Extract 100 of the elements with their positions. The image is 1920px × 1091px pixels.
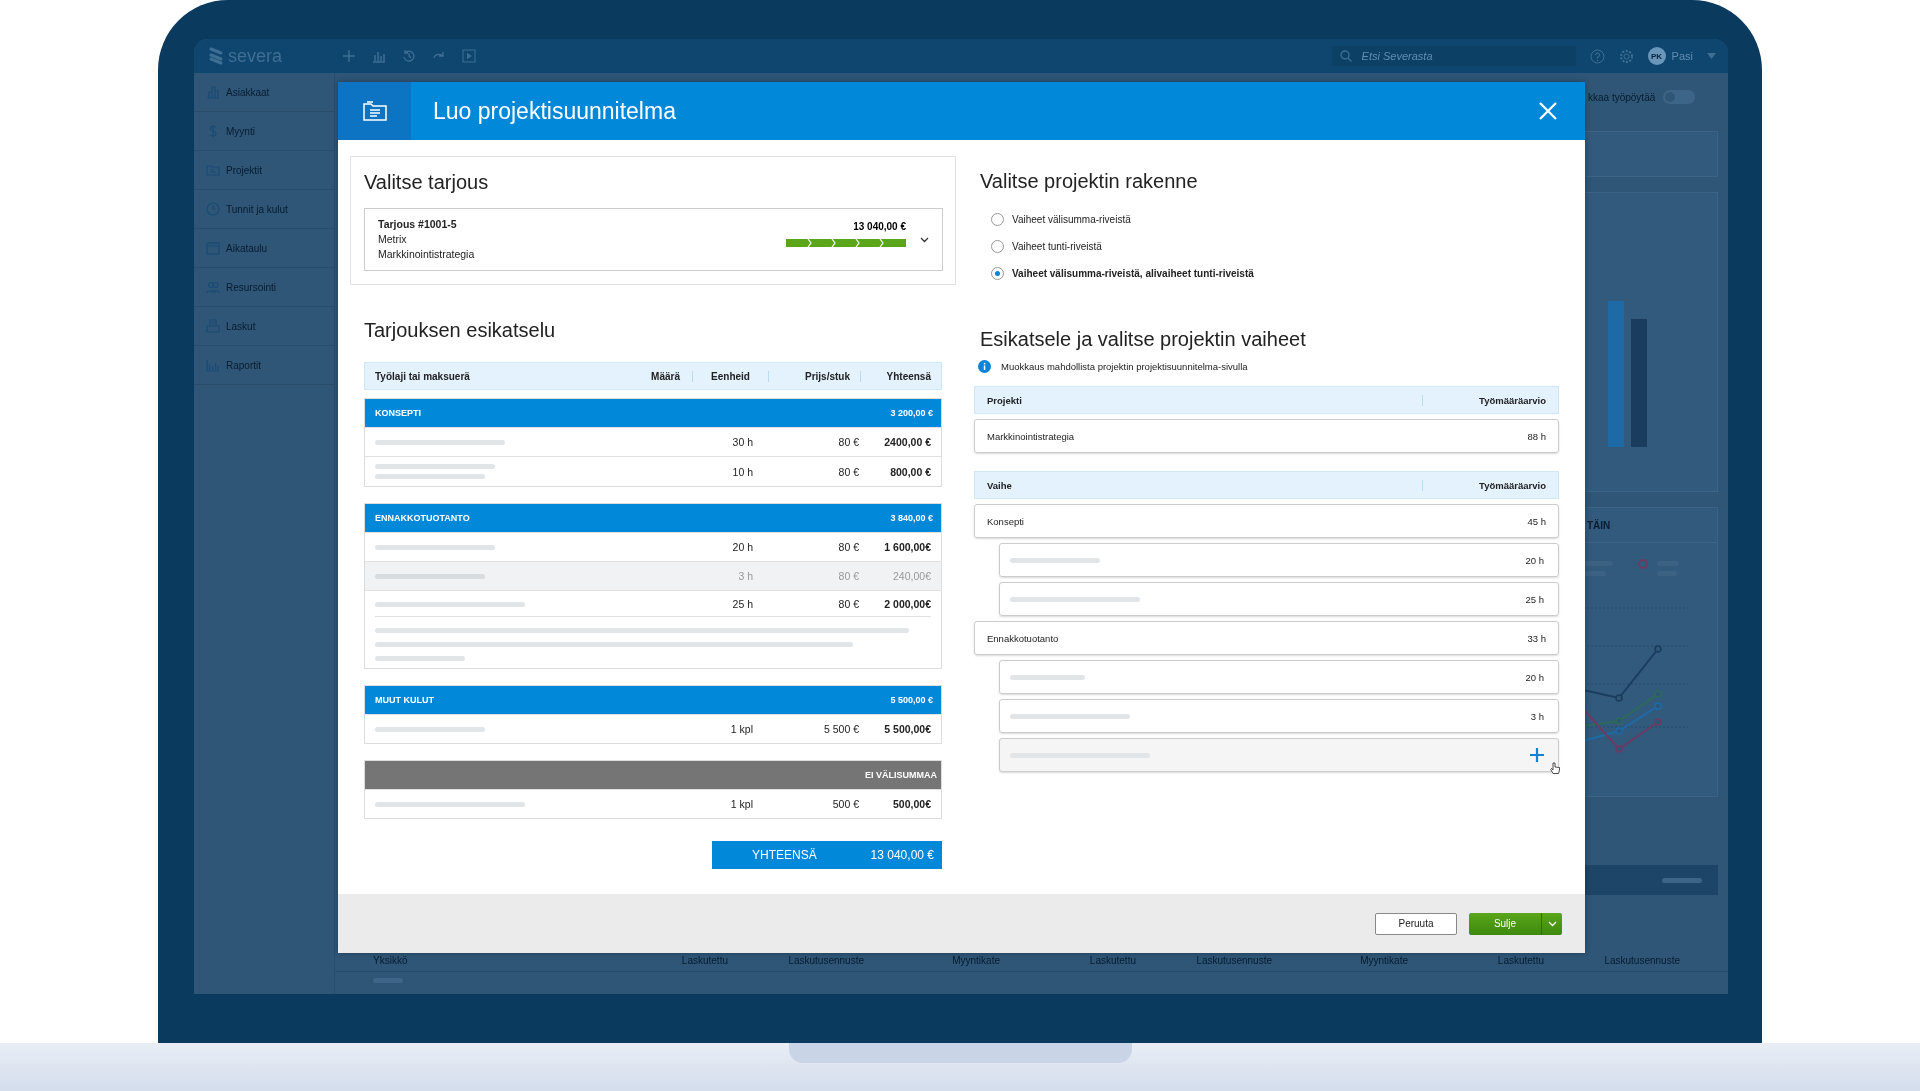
total-amount: 13 040,00 € [870,848,934,862]
plus-icon[interactable] [1530,748,1544,762]
settings-icon[interactable] [1618,48,1634,64]
section-heading: Valitse projektin rakenne [980,170,1199,193]
group-name: MUUT KULUT [375,695,434,705]
hours: 45 h [1527,515,1546,527]
chevron-down-icon [920,236,929,243]
table-cell-text: 25 h [731,598,754,610]
play-icon[interactable] [462,49,476,63]
column-header: Prijs/stuk [769,370,861,382]
hand-cursor-icon [1550,762,1560,775]
table-cell-text: 1 kpl [729,723,754,735]
hours: 33 h [1527,632,1546,644]
hours: 20 h [1525,671,1544,683]
offer-amount: 13 040,00 € [853,220,906,232]
table-cell-text: 10 h [731,465,754,478]
phase-row[interactable]: Ennakkotuotanto 33 h [974,621,1559,655]
radio-option[interactable]: Vaiheet välisumma-riveistä [991,213,1559,226]
section-heading: Valitse tarjous [364,171,490,194]
history-icon[interactable] [402,49,416,63]
table-cell-text: 5 500 € [822,723,860,735]
column-header: Myyntikate [951,954,1001,966]
close-button[interactable]: Sulje [1469,912,1562,935]
dialog-title: Luo projektisuunnitelma [433,97,677,125]
column-header: Yhteensä [885,370,931,382]
subphase-row[interactable]: 25 h [999,582,1559,616]
section-heading: Esikatsele ja valitse projektin vaiheet [980,328,1307,351]
user-avatar[interactable]: PK [1647,47,1666,65]
search-icon [1339,50,1352,62]
group-name: KONSEPTI [375,408,421,418]
hours: 20 h [1525,554,1544,566]
table-cell-text: 500,00€ [892,798,931,810]
card-heading: TÄIN [1587,519,1611,531]
column-header: Laskutettu [1088,954,1137,966]
subphase-row[interactable]: 20 h [999,660,1559,694]
column-header: Yksikkö [372,954,409,966]
cancel-button[interactable]: Peruuta [1375,912,1457,935]
table-cell-text: 80 € [837,541,860,553]
column-header: Laskutettu [1496,954,1545,966]
hours: 88 h [1527,430,1546,442]
project-name: Markkinointistrategia [987,430,1075,442]
hours: 3 h [1530,710,1544,722]
total-label: YHTEENSÄ [752,848,817,862]
group-total: 3 200,00 € [890,408,933,418]
info-text: Muokkaus mahdollista projektin projektisuunnitelma-sivulla [1001,361,1248,372]
phase-row[interactable]: Konsepti 45 h [974,504,1559,538]
column-header: Laskutettu [680,954,729,966]
table-cell-text: 3 h [737,570,754,582]
table-cell-text: 240,00€ [892,570,931,582]
subphase-row[interactable]: 3 h [999,699,1559,733]
group-name: ENNAKKOTUOTANTO [375,513,470,523]
folder-icon [362,101,387,121]
column-header: Määrä [623,370,693,382]
offer-select[interactable]: Tarjous #1001-5 Metrix Markkinointistrategia 13 040,00 € [364,208,943,271]
search-field[interactable]: Etsi Severasta [1361,50,1552,62]
project-row[interactable]: Markkinointistrategia 88 h [974,419,1559,453]
phase-name: Konsepti [987,515,1024,527]
table-cell-text: 80 € [837,598,860,610]
radio-option[interactable]: Vaiheet välisumma-riveistä, alivaiheet tunti-riveistä [991,267,1559,280]
subphase-row[interactable]: 20 h [999,543,1559,577]
table-cell-text: 500 € [831,798,860,810]
caret-icon[interactable] [1547,920,1557,927]
help-icon[interactable] [1589,48,1605,64]
placeholder-line [1662,877,1702,883]
hours: 25 h [1525,593,1544,605]
info-icon [978,360,991,373]
column-header: Projekti [987,394,1022,406]
table-cell-text: 80 € [837,465,860,478]
column-header: Laskutusennuste [787,954,865,966]
project-name: Markkinointistrategia [378,247,476,262]
group-total: 5 500,00 € [890,695,933,705]
section-heading: Tarjouksen esikatselu [364,319,557,342]
group-total: 3 840,00 € [890,513,933,523]
bar-chart-icon[interactable] [372,49,386,63]
search-box[interactable]: Etsi Severasta [1331,46,1576,66]
caret-icon[interactable] [1707,53,1716,59]
customer-name: Metrix [378,232,408,247]
table-cell-text: 2 000,00€ [883,598,931,610]
toggle-label: kkaa työpöytää [1588,91,1656,103]
column-header: Myyntikate [1359,954,1409,966]
table-cell-text: 5 500,00€ [883,723,931,735]
table-cell-text: 80 € [837,436,860,448]
column-header: Laskutusennuste [1603,954,1681,966]
table-cell-text: 1 kpl [729,798,754,810]
table-cell-text: 1 600,00€ [883,541,931,553]
column-header: Eenheid [693,370,769,382]
offer-number: Tarjous #1001-5 [378,217,458,232]
table-cell-text: 2400,00 € [883,436,931,448]
column-header: Laskutusennuste [1195,954,1273,966]
column-header: Työmääräarvio [1422,394,1546,406]
column-header: Vaihe [987,479,1012,491]
table-cell-text: 800,00 € [889,465,931,478]
close-icon[interactable] [1539,102,1557,120]
radio-option[interactable]: Vaiheet tunti-riveistä [991,240,1559,253]
column-header: Työlaji tai maksuerä [375,370,471,382]
table-cell-text: 30 h [731,436,754,448]
table-cell-text: 20 h [731,541,754,553]
legend-icon [1638,559,1648,569]
plus-icon[interactable] [342,49,356,63]
add-row[interactable] [999,738,1559,772]
